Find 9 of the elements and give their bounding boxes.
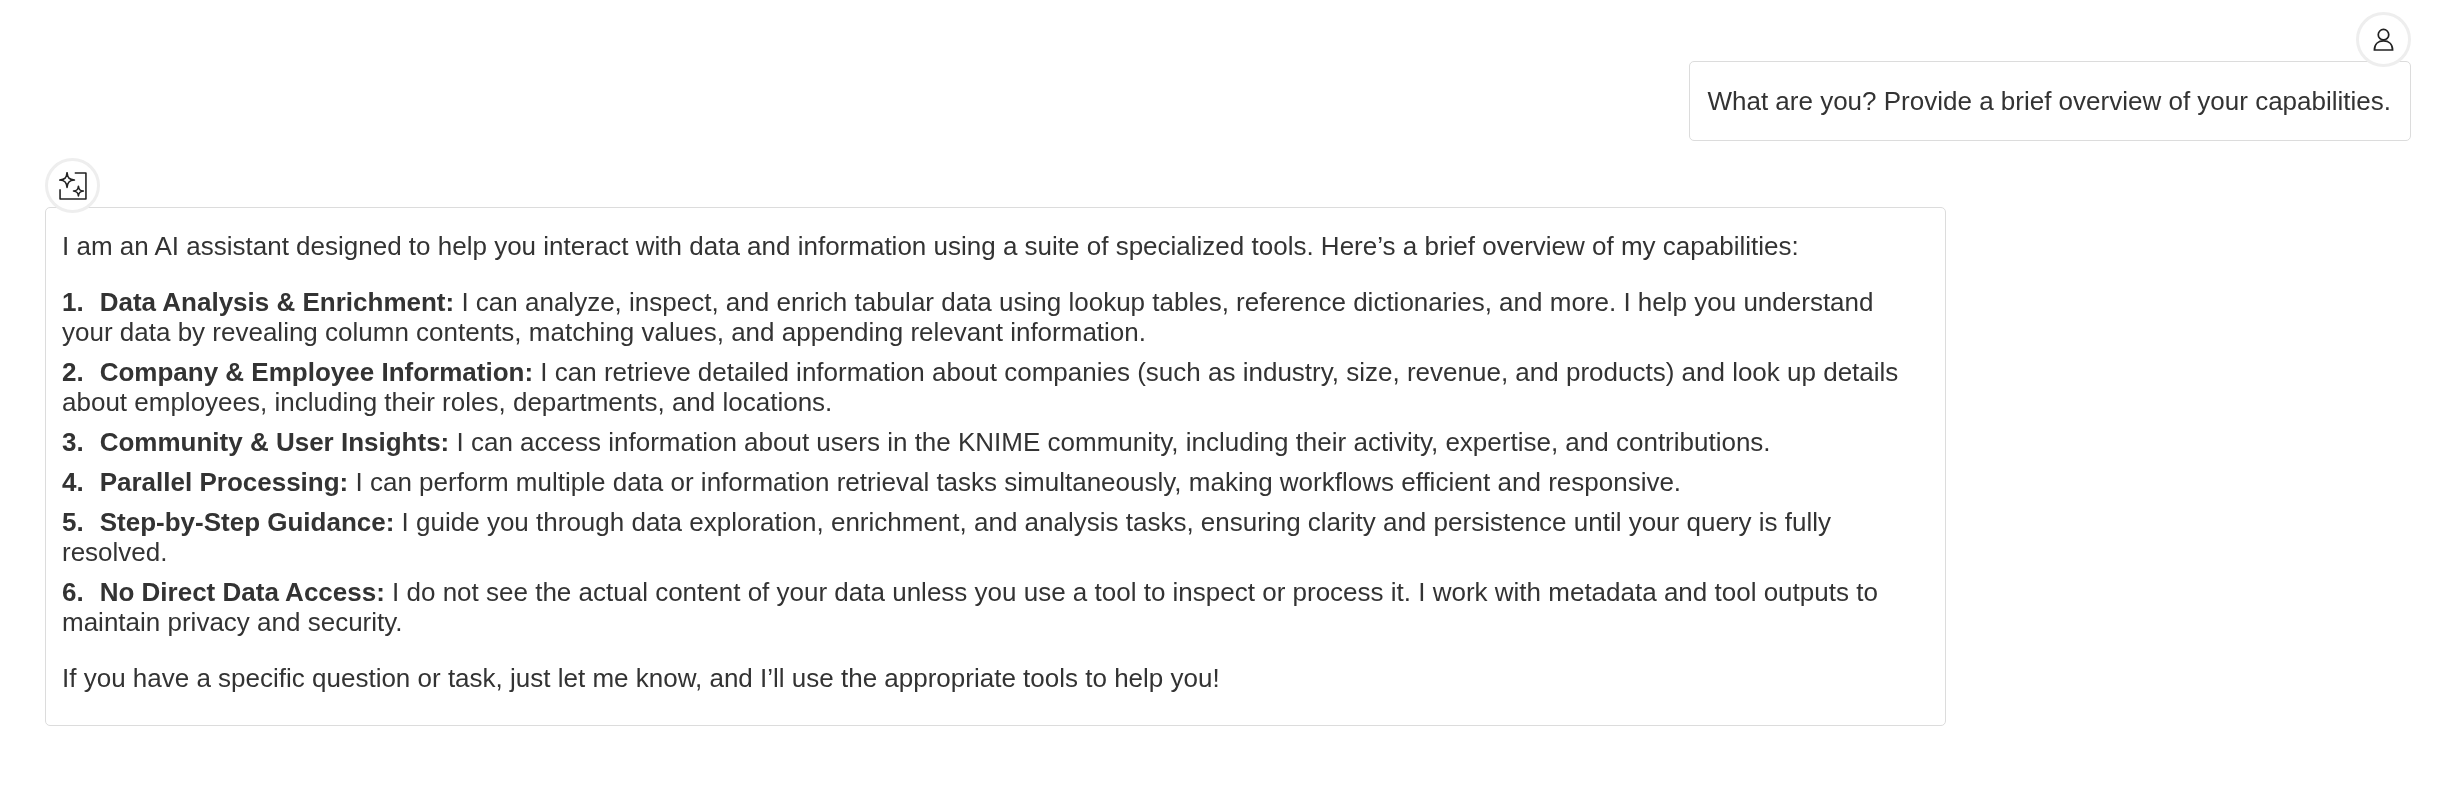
capability-list-item: 2. Company & Employee Information: I can retrieve detailed information about companies (such as industry, size, revenue, and products) and look up details about employees, including their roles, departments, and locations.	[62, 357, 1900, 417]
capability-list-item: 6. No Direct Data Access: I do not see the actual content of your data unless you use a tool to inspect or process it. I work with metadata and tool outputs to maintain privacy and security.	[62, 577, 1879, 637]
user-message-text: What are you? Provide a brief overview of your capabilities.	[1707, 86, 2391, 116]
capability-list-item: 3. Community & User Insights: I can access information about users in the KNIME community, including their activity, expertise, and contributions.	[62, 427, 1772, 457]
capability-list-item: 1. Data Analysis & Enrichment: I can analyze, inspect, and enrich tabular data using lookup tables, reference dictionaries, and more. I help you understand your data by revealing column contents, matching values, and appending relevant information.	[62, 287, 1875, 347]
capability-list-item: 4. Parallel Processing: I can perform multiple data or information retrieval tasks simultaneously, making workflows efficient and responsive.	[62, 467, 1683, 497]
assistant-intro-text: I am an AI assistant designed to help you interact with data and information using a suite of specialized tools. Here’s a brief overview of my capabilities:	[62, 231, 1800, 261]
assistant-closing-text: If you have a specific question or task, just let me know, and I’ll use the appropriate tools to help you!	[62, 663, 1221, 693]
capability-list-item: 5. Step-by-Step Guidance: I guide you through data exploration, enrichment, and analysis tasks, ensuring clarity and persistence until your query is fully resolved.	[62, 507, 1832, 567]
